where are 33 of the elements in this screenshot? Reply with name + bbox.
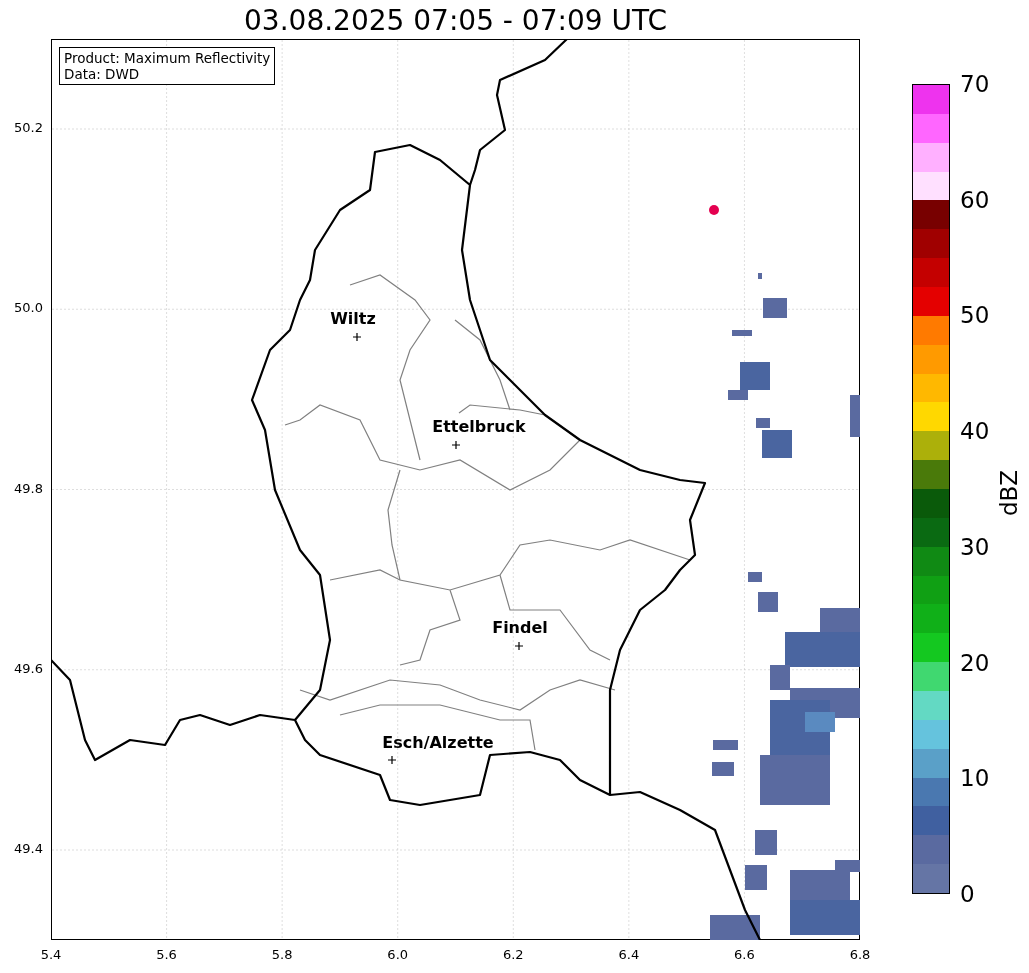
city-marker: [514, 641, 524, 651]
colorbar-tick-label: 0: [960, 880, 975, 908]
city-label: Esch/Alzette: [382, 733, 494, 752]
colorbar-tick-label: 30: [960, 532, 990, 561]
chart-title: 03.08.2025 07:05 - 07:09 UTC: [243, 3, 668, 39]
axis-tick-label: 5.6: [155, 947, 178, 962]
city-marker: [387, 755, 397, 765]
axis-tick-label: 6.6: [733, 947, 756, 962]
axis-tick-label: 6.0: [386, 947, 410, 962]
axis-tick-label: 49.6: [13, 660, 43, 676]
colorbar-tick-label: 40: [960, 417, 990, 446]
colorbar-tick-label: 20: [960, 648, 990, 677]
axis-tick-label: 6.8: [848, 947, 872, 962]
city-marker: [352, 332, 362, 342]
colorbar-tick-label: 10: [960, 764, 990, 793]
city-label: Findel: [492, 618, 548, 637]
colorbar-tick-label: 70: [960, 70, 990, 98]
axis-tick-label: 5.8: [270, 947, 294, 962]
axis-tick-label: 50.2: [13, 120, 43, 135]
info-text: Data: DWD: [64, 66, 141, 82]
colorbar-tick-label: 50: [960, 301, 990, 330]
axis-tick-label: 49.4: [13, 841, 43, 856]
axis-tick-label: 6.2: [501, 947, 525, 962]
info-text: Product: Maximum Reflectivity: [64, 50, 271, 66]
city-marker: [451, 440, 461, 450]
axis-tick-label: 5.4: [39, 947, 63, 962]
axis-tick-label: 6.4: [617, 947, 641, 962]
colorbar-label: dBZ: [995, 468, 1023, 518]
axis-tick-label: 49.8: [13, 480, 43, 496]
colorbar-tick-label: 60: [960, 185, 990, 214]
city-label: Wiltz: [330, 309, 376, 328]
axis-tick-label: 50.0: [13, 300, 43, 316]
city-label: Ettelbruck: [432, 417, 526, 436]
